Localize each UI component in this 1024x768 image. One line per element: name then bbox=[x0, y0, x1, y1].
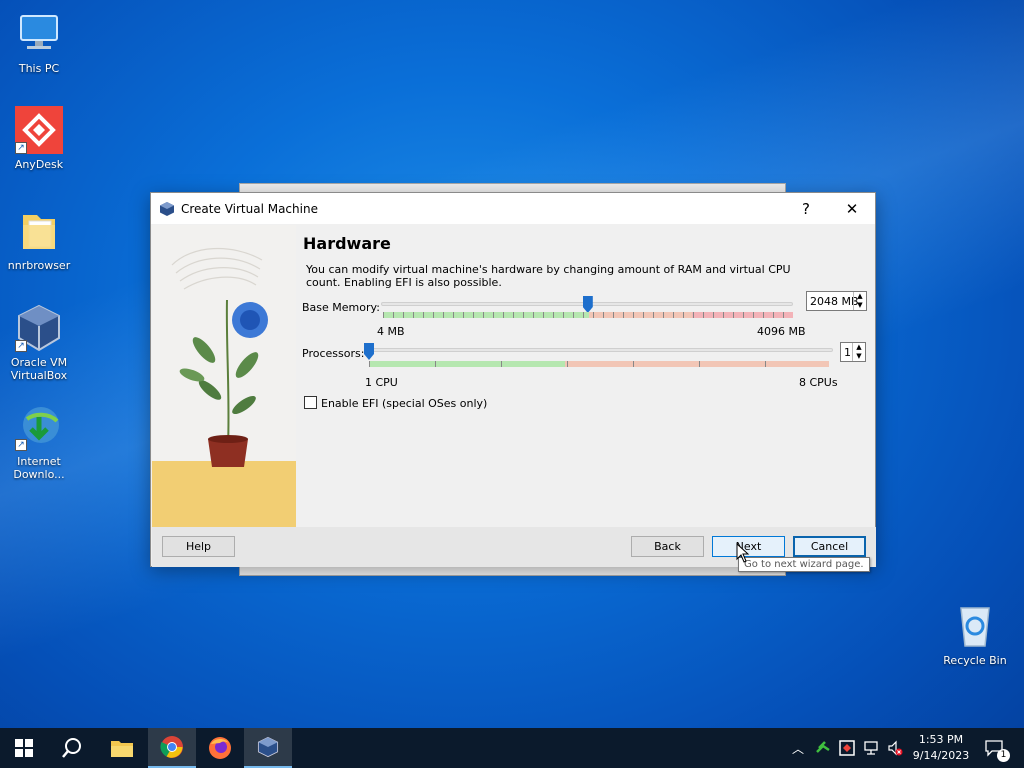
chrome-icon bbox=[160, 736, 183, 758]
desktop-icon-virtualbox[interactable]: ↗ Oracle VM VirtualBox bbox=[1, 304, 77, 382]
desktop-icon-label: Internet Downlo... bbox=[13, 455, 65, 481]
base-memory-max-label: 4096 MB bbox=[757, 325, 806, 338]
base-memory-slider-handle[interactable] bbox=[582, 296, 593, 313]
taskbar: ︿ 1:53 PM 9/14/2023 1 bbox=[0, 728, 1024, 768]
mouse-cursor-icon bbox=[736, 543, 750, 563]
desktop-icon-label: AnyDesk bbox=[14, 158, 64, 171]
taskbar-chrome[interactable] bbox=[148, 728, 196, 768]
spin-arrows-icon[interactable]: ▲ ▼ bbox=[853, 292, 866, 310]
processors-spinbox[interactable]: 1 ▲ ▼ bbox=[840, 342, 866, 362]
shortcut-arrow-icon: ↗ bbox=[15, 340, 27, 352]
dialog-title: Create Virtual Machine bbox=[181, 201, 318, 216]
processors-label: Processors: bbox=[302, 347, 365, 360]
back-button[interactable]: Back bbox=[631, 536, 704, 557]
volume-muted-icon[interactable] bbox=[887, 740, 903, 756]
taskbar-firefox[interactable] bbox=[196, 728, 244, 768]
enable-efi-label[interactable]: Enable EFI (special OSes only) bbox=[321, 397, 487, 410]
taskbar-file-explorer[interactable] bbox=[98, 728, 146, 768]
wizard-illustration bbox=[152, 225, 296, 527]
clock-time: 1:53 PM bbox=[918, 733, 964, 746]
search-icon bbox=[62, 738, 81, 758]
desktop-icon-anydesk[interactable]: ↗ AnyDesk bbox=[1, 106, 77, 171]
processors-min-label: 1 CPU bbox=[365, 376, 398, 389]
close-button[interactable]: ✕ bbox=[829, 193, 875, 224]
next-button-tooltip: Go to next wizard page. bbox=[738, 557, 870, 572]
notification-count-badge: 1 bbox=[997, 749, 1010, 762]
internet-download-manager-icon: ↗ bbox=[15, 403, 63, 451]
desktop-icon-nnrbrowser[interactable]: nnrbrowser bbox=[1, 207, 77, 272]
windows-logo-icon bbox=[15, 739, 33, 757]
network-icon[interactable] bbox=[863, 740, 879, 756]
base-memory-value: 2048 MB bbox=[810, 294, 859, 308]
file-explorer-icon bbox=[111, 741, 133, 757]
search-button[interactable] bbox=[48, 728, 96, 768]
virtualbox-icon bbox=[257, 736, 279, 758]
virtualbox-icon bbox=[159, 201, 175, 217]
create-vm-dialog: Create Virtual Machine ? ✕ Hardware You … bbox=[150, 192, 876, 567]
recycle-bin-icon bbox=[951, 602, 999, 650]
help-button[interactable]: Help bbox=[162, 536, 235, 557]
idm-tray-icon[interactable] bbox=[815, 740, 831, 756]
base-memory-spinbox[interactable]: 2048 MB ▲ ▼ bbox=[806, 291, 867, 311]
desktop-icon-label: nnrbrowser bbox=[7, 259, 71, 272]
virtualbox-icon: ↗ bbox=[15, 304, 63, 352]
desktop-icon-internet-download-manager[interactable]: ↗ Internet Downlo... bbox=[1, 403, 77, 481]
desktop-icon-label: Oracle VM VirtualBox bbox=[10, 356, 68, 382]
shortcut-arrow-icon: ↗ bbox=[15, 439, 27, 451]
folder-icon bbox=[15, 207, 63, 255]
anydesk-icon: ↗ bbox=[15, 106, 63, 154]
processors-max-label: 8 CPUs bbox=[799, 376, 838, 389]
anydesk-tray-icon[interactable] bbox=[839, 740, 855, 756]
processors-value: 1 bbox=[844, 345, 851, 359]
page-title: Hardware bbox=[303, 234, 391, 253]
shortcut-arrow-icon: ↗ bbox=[15, 142, 27, 154]
processors-ticks bbox=[369, 361, 829, 367]
desktop-icon-label: Recycle Bin bbox=[943, 654, 1007, 667]
firefox-icon bbox=[209, 737, 231, 759]
base-memory-ticks bbox=[383, 312, 793, 318]
desktop-icon-label: This PC bbox=[18, 62, 60, 75]
action-center-icon[interactable]: 1 bbox=[984, 740, 1010, 762]
enable-efi-checkbox[interactable] bbox=[304, 396, 317, 409]
base-memory-label: Base Memory: bbox=[302, 301, 380, 314]
desktop-icon-this-pc[interactable]: This PC bbox=[1, 10, 77, 75]
clock-date: 9/14/2023 bbox=[912, 749, 970, 762]
cancel-button[interactable]: Cancel bbox=[793, 536, 866, 557]
spin-arrows-icon[interactable]: ▲ ▼ bbox=[852, 343, 865, 361]
base-memory-min-label: 4 MB bbox=[377, 325, 405, 338]
taskbar-virtualbox[interactable] bbox=[244, 728, 292, 768]
processors-slider[interactable] bbox=[365, 348, 833, 352]
dialog-titlebar[interactable]: Create Virtual Machine ? ✕ bbox=[151, 193, 875, 224]
page-description: You can modify virtual machine's hardwar… bbox=[306, 263, 791, 289]
context-help-button[interactable]: ? bbox=[783, 193, 829, 224]
system-clock[interactable]: 1:53 PM 9/14/2023 bbox=[906, 732, 976, 764]
this-pc-icon bbox=[15, 10, 63, 58]
processors-slider-handle[interactable] bbox=[364, 343, 374, 360]
wizard-page: Hardware You can modify virtual machine'… bbox=[297, 225, 875, 527]
show-hidden-icons-chevron-icon[interactable]: ︿ bbox=[790, 740, 806, 756]
desktop-icon-recycle-bin[interactable]: Recycle Bin bbox=[937, 602, 1013, 667]
start-button[interactable] bbox=[0, 728, 48, 768]
